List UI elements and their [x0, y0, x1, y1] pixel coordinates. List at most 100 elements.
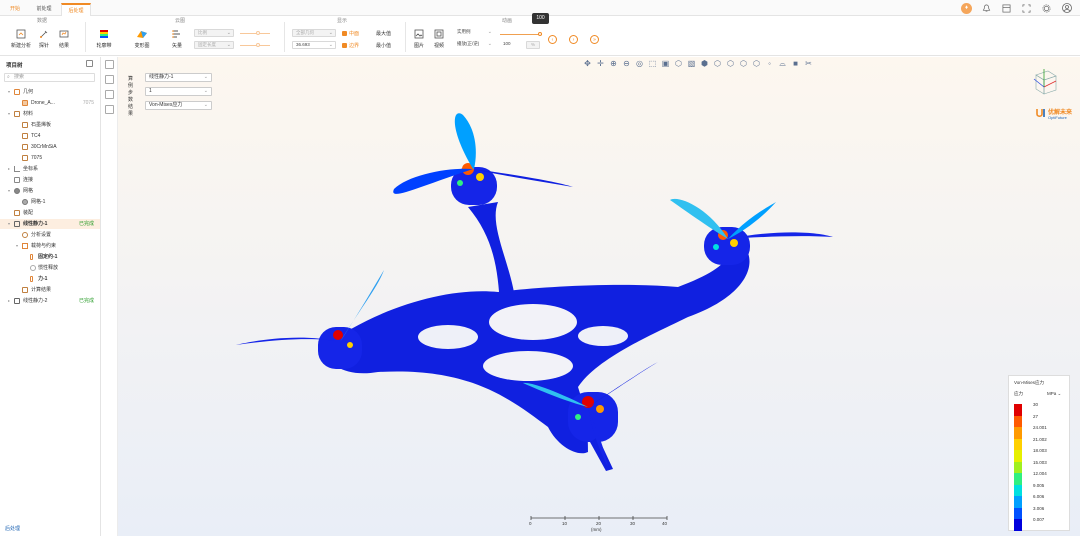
settings-icon: [22, 232, 28, 238]
legend-unit-select[interactable]: MPa ⌄: [1047, 391, 1061, 397]
probe-button[interactable]: 探针: [36, 28, 52, 49]
scale-value-select[interactable]: 36.693 ⌄: [292, 41, 336, 49]
chevron-down-icon: ⌄: [226, 42, 231, 48]
tab-start[interactable]: 开始: [4, 3, 26, 16]
frames-input[interactable]: 100: [500, 41, 520, 49]
fullscreen-icon[interactable]: [1021, 3, 1032, 14]
legend-value: 0.007: [1033, 517, 1045, 522]
3d-viewport[interactable]: ✥ ✛ ⊕ ⊖ ◎ ⬚ ▣ ⬡ ▧ ⬢ ⬡ ⬡ ⬡ ⬡ ◦ ⌓ ■ ✂ 算例 线…: [118, 57, 1080, 536]
rewind-icon[interactable]: ‹: [548, 35, 557, 44]
legend-color-swatch: [1014, 496, 1022, 508]
user-avatar-icon[interactable]: [1061, 3, 1072, 14]
legend-quantity: 应力: [1014, 391, 1023, 396]
tree-item-static-1[interactable]: ▾ 线性静力-1 已完成: [0, 219, 100, 229]
legend-color-swatch: [1014, 404, 1022, 416]
panel-title: 项目树: [6, 63, 23, 69]
legend-title: Von-Mises应力: [1014, 380, 1045, 385]
tab-preprocess[interactable]: 前处理: [30, 3, 58, 16]
vector-length-select[interactable]: 固定长度 ⌄: [194, 41, 234, 49]
material-icon: [14, 111, 20, 117]
tree-item-connection[interactable]: 连接: [0, 175, 100, 185]
legend-value: 18.003: [1033, 448, 1047, 453]
legend-color-swatch: [1014, 484, 1022, 496]
tree-item-results[interactable]: 计算结果: [0, 285, 100, 295]
user-badge-icon[interactable]: ♦: [961, 2, 972, 14]
list-icon[interactable]: [105, 75, 114, 84]
mid-section-checkbox[interactable]: 中面: [342, 30, 359, 37]
tab-postprocess[interactable]: 后处理: [61, 3, 91, 16]
tree-item-material-graphene[interactable]: 石墨烯板: [0, 120, 100, 130]
results-button[interactable]: 结果: [56, 28, 72, 49]
vector-ratio-select[interactable]: 比例 ⌄: [194, 29, 234, 37]
new-analysis-button[interactable]: 新建分析: [8, 28, 34, 49]
legend-color-swatch: [1014, 427, 1022, 439]
tree-item-loads[interactable]: ▾ 载荷与约束: [0, 241, 100, 251]
animation-frame-slider[interactable]: [500, 34, 542, 35]
vector-button[interactable]: 矢量: [168, 28, 186, 49]
analysis-icon: [14, 298, 20, 304]
results-icon: [22, 287, 28, 293]
table-icon[interactable]: [105, 90, 114, 99]
tree-item-material-tc4[interactable]: TC4: [0, 131, 100, 141]
slider-knob[interactable]: [538, 32, 542, 36]
tree-item-material[interactable]: ▾ 材料: [0, 109, 100, 119]
vector-ratio-slider[interactable]: [240, 33, 270, 34]
material-icon: [22, 144, 28, 150]
scale-tick: 0: [529, 521, 532, 526]
deform-button[interactable]: 变形图: [130, 28, 154, 49]
scale-tick: 20: [596, 521, 602, 526]
chevron-down-icon: ⌄: [328, 30, 333, 36]
tree-item-inertia-relief[interactable]: 惯性释放: [0, 263, 100, 273]
legend-value: 30: [1033, 402, 1039, 407]
divider: [284, 22, 285, 52]
legend-color-swatch: [1014, 415, 1022, 427]
drone-model-render[interactable]: [118, 57, 1080, 536]
gear-icon[interactable]: [1041, 3, 1052, 14]
legend-color-swatch: [1014, 519, 1022, 531]
tree-item-material-7075[interactable]: 7075: [0, 153, 100, 163]
tree-item-mesh-1[interactable]: 网格-1: [0, 197, 100, 207]
scale-unit: (mm): [591, 527, 602, 532]
play-type-select[interactable]: 播放(正/逆) ⌄: [454, 41, 494, 49]
material-icon: [22, 122, 28, 128]
tree-item-material-30crmnsia[interactable]: 30CrMnSiA: [0, 142, 100, 152]
connection-icon: [14, 177, 20, 183]
animation-mode-select[interactable]: 实用例 ⌄: [454, 29, 494, 37]
bell-icon[interactable]: [981, 3, 992, 14]
legend-color-swatch: [1014, 438, 1022, 450]
parts-select[interactable]: 全部几何 ⌄: [292, 29, 336, 37]
group-display-title: 显示: [337, 18, 348, 24]
tree-item-mesh[interactable]: ▾ 网格: [0, 186, 100, 196]
part-icon: [22, 100, 28, 106]
fast-forward-icon[interactable]: »: [590, 35, 599, 44]
legend-color-swatch: [1014, 461, 1022, 473]
video-button[interactable]: 视频: [431, 28, 447, 49]
tree-item-assembly[interactable]: 装配: [0, 208, 100, 218]
tree-item-fixed-1[interactable]: 固定约-1: [0, 252, 100, 262]
checkbox-checked-icon: [342, 43, 347, 48]
tree-item-analysis-settings[interactable]: 分析设置: [0, 230, 100, 240]
image-button[interactable]: 图片: [411, 28, 427, 49]
chart-icon[interactable]: [105, 105, 114, 114]
scale-tick: 40: [662, 521, 668, 526]
tree-item-static-2[interactable]: ▸ 线性静力-2 已完成: [0, 296, 100, 306]
panel-toggle-icon[interactable]: [105, 60, 114, 69]
vector-length-slider[interactable]: [240, 45, 270, 46]
contour-button[interactable]: 轮廓带: [92, 28, 116, 49]
search-input[interactable]: ⌕ 搜索: [4, 73, 95, 82]
layout-icon[interactable]: [1001, 3, 1012, 14]
legend-color-swatch: [1014, 507, 1022, 519]
play-icon[interactable]: ›: [569, 35, 578, 44]
slider-knob[interactable]: [256, 31, 260, 35]
tree-item-force-1[interactable]: 力-1: [0, 274, 100, 284]
stress-legend: Von-Mises应力 应力 MPa ⌄ 30 27 24.001 21.002 18.…: [1008, 375, 1070, 531]
max-value-toggle[interactable]: 最大值: [376, 30, 391, 37]
min-value-toggle[interactable]: 最小值: [376, 42, 391, 49]
collapse-panel-icon[interactable]: [86, 60, 93, 67]
tree-item-drone-part[interactable]: Drone_A... 7075: [0, 98, 100, 108]
tree-item-coordinates[interactable]: ▸ 坐标系: [0, 164, 100, 174]
tree-item-geometry[interactable]: ▾ 几何: [0, 87, 100, 97]
boundary-checkbox[interactable]: 边界: [342, 42, 359, 49]
fixed-constraint-icon: [30, 254, 33, 260]
slider-knob[interactable]: [256, 43, 260, 47]
